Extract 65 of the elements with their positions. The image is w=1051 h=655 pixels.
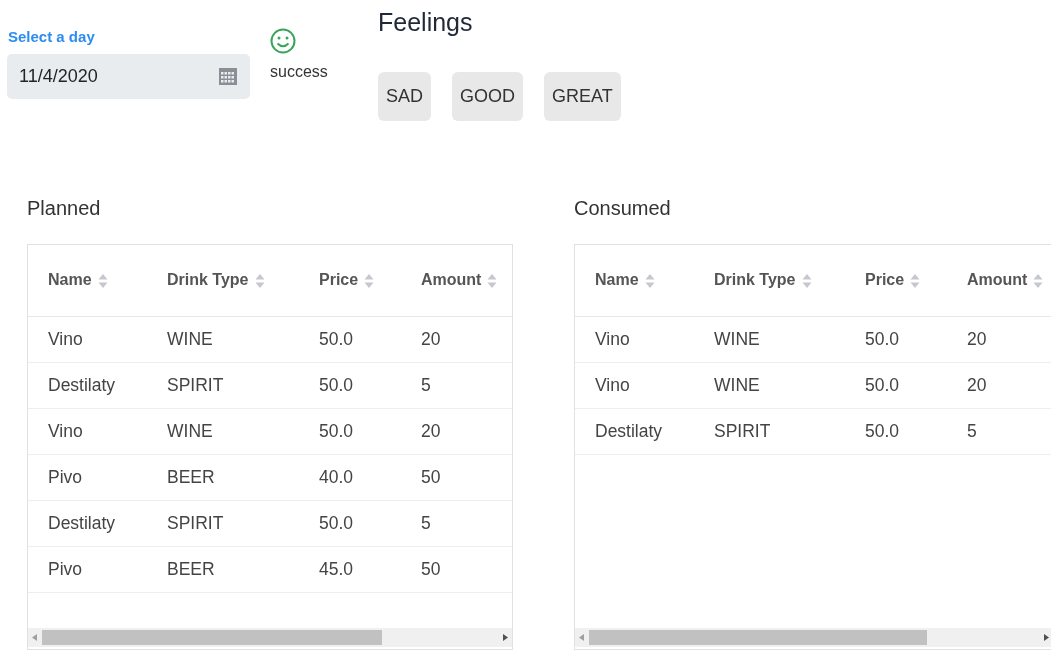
date-field[interactable]: 11/4/2020 <box>7 54 250 99</box>
status-text: success <box>270 62 329 82</box>
column-header[interactable]: Drink Type <box>167 271 249 289</box>
table-cell: 50 <box>421 466 441 487</box>
table-cell: 20 <box>967 374 987 395</box>
column-header[interactable]: Amount <box>967 271 1028 289</box>
table-cell: SPIRIT <box>714 420 771 441</box>
table-cell: 45.0 <box>319 558 354 579</box>
table-cell: WINE <box>714 328 760 349</box>
table-cell: 40.0 <box>319 466 354 487</box>
feeling-button[interactable]: GOOD <box>452 72 524 121</box>
table-cell: Vino <box>48 328 83 349</box>
field-label: Select a day <box>8 27 96 47</box>
section-heading: Feelings <box>378 8 474 36</box>
scrollbar[interactable] <box>575 628 1051 647</box>
table-cell: 50.0 <box>865 420 900 441</box>
table-cell: 50 <box>421 558 441 579</box>
table-cell: 20 <box>967 328 987 349</box>
sort-icon[interactable] <box>801 273 812 289</box>
feeling-button[interactable]: SAD <box>378 72 431 121</box>
column-header[interactable]: Name <box>48 271 92 289</box>
table-cell: 50.0 <box>865 374 900 395</box>
table-cell: Destilaty <box>48 374 116 395</box>
sort-icon[interactable] <box>910 273 921 289</box>
table-cell: Pivo <box>48 558 83 579</box>
table-cell: SPIRIT <box>167 512 224 533</box>
sort-icon[interactable] <box>487 273 498 289</box>
table-cell: 50.0 <box>319 328 354 349</box>
table-cell: 5 <box>421 512 431 533</box>
column-header[interactable]: Drink Type <box>714 271 796 289</box>
table-cell: WINE <box>167 420 213 441</box>
column-header[interactable]: Price <box>865 271 905 289</box>
column-header[interactable]: Name <box>595 271 639 289</box>
table-cell: WINE <box>167 328 213 349</box>
table-cell: Vino <box>595 374 630 395</box>
smiley-icon <box>270 28 296 54</box>
sort-icon[interactable] <box>1033 273 1044 289</box>
table-cell: 50.0 <box>319 420 354 441</box>
table-cell: BEER <box>167 466 215 487</box>
table-cell: 20 <box>421 328 441 349</box>
table-cell: Vino <box>48 420 83 441</box>
table-cell: 20 <box>421 420 441 441</box>
table-cell: 50.0 <box>865 328 900 349</box>
sort-icon[interactable] <box>254 273 265 289</box>
table-cell: Destilaty <box>48 512 116 533</box>
table-cell: Pivo <box>48 466 83 487</box>
column-header[interactable]: Amount <box>421 271 482 289</box>
table-cell: 50.0 <box>319 374 354 395</box>
sort-icon[interactable] <box>644 273 655 289</box>
table-cell: BEER <box>167 558 215 579</box>
table-title: Planned <box>27 196 102 221</box>
feeling-button[interactable]: GREAT <box>544 72 621 121</box>
table-cell: Destilaty <box>595 420 663 441</box>
table-cell: 50.0 <box>319 512 354 533</box>
table-cell: SPIRIT <box>167 374 224 395</box>
sort-icon[interactable] <box>364 273 375 289</box>
table-title: Consumed <box>574 196 672 221</box>
table-cell: 5 <box>967 420 977 441</box>
table-cell: WINE <box>714 374 760 395</box>
table-cell: 5 <box>421 374 431 395</box>
scrollbar[interactable] <box>28 628 512 647</box>
table-cell: Vino <box>595 328 630 349</box>
calendar-icon[interactable] <box>218 66 238 86</box>
column-header[interactable]: Price <box>319 271 359 289</box>
sort-icon[interactable] <box>97 273 108 289</box>
